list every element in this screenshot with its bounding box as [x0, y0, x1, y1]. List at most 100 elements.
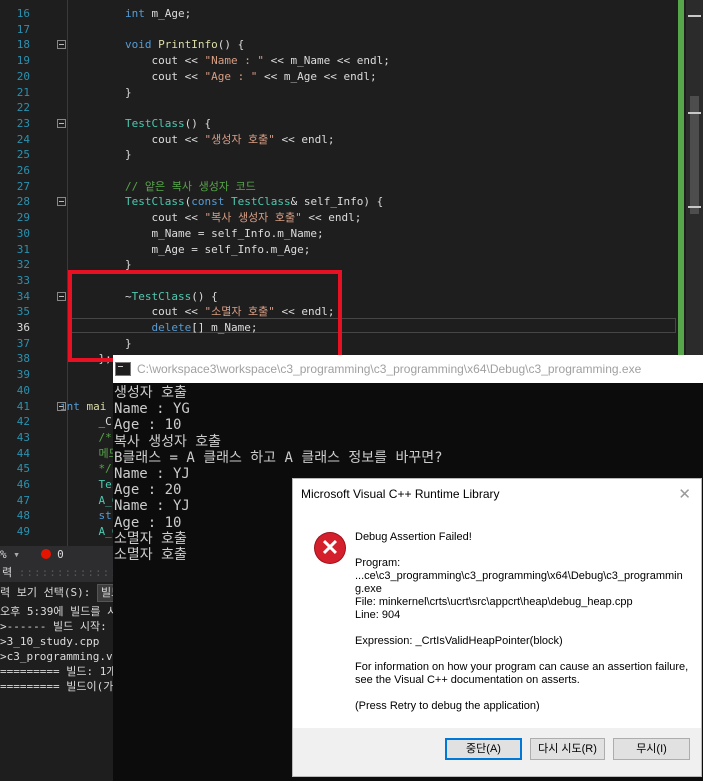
- retry-button[interactable]: 다시 시도(R): [530, 738, 605, 760]
- zoom-level[interactable]: %: [0, 548, 7, 561]
- code-text[interactable]: */: [72, 461, 118, 477]
- line-number: 44: [16, 446, 30, 460]
- code-line[interactable]: 27 // 얕은 복사 생성자 코드: [0, 179, 680, 195]
- console-line: 생성자 호출: [114, 385, 187, 401]
- assertion-dialog: Microsoft Visual C++ Runtime Library ✕ ✕…: [292, 478, 702, 777]
- output-line: >c3_programming.vcx: [0, 650, 113, 663]
- code-line[interactable]: 21 }: [0, 85, 680, 101]
- dialog-message: Debug Assertion Failed! Program: ...ce\c…: [355, 531, 690, 713]
- code-line[interactable]: 20 cout << "Age : " << m_Age << endl;: [0, 69, 680, 85]
- output-line: ========= 빌드: 1개: [0, 665, 113, 678]
- console-title: C:\workspace3\workspace\c3_programming\c…: [137, 362, 642, 376]
- info-text: For information on how your program can …: [355, 661, 689, 686]
- output-source-select[interactable]: 빌드: [96, 584, 113, 602]
- program-label: Program:: [355, 557, 401, 569]
- console-line: B클래스 = A 클래스 하고 A 클래스 정보를 바꾸면?: [114, 449, 443, 466]
- ignore-button[interactable]: 무시(I): [613, 738, 690, 760]
- code-text[interactable]: int m_Age;: [72, 6, 191, 22]
- code-text[interactable]: cout << "생성자 호출" << endl;: [72, 132, 334, 148]
- code-line[interactable]: 30 m_Name = self_Info.m_Name;: [0, 226, 680, 242]
- line-number: 16: [16, 7, 30, 20]
- expression-text: Expression: _CrtIsValidHeapPointer(block…: [355, 635, 563, 647]
- code-line[interactable]: 24 cout << "생성자 호출" << endl;: [0, 132, 680, 148]
- line-number: 18: [16, 38, 30, 52]
- fold-toggle-icon[interactable]: [57, 40, 66, 50]
- output-line: ========= 빌드이(가): [0, 680, 113, 693]
- code-line[interactable]: 22: [0, 100, 680, 116]
- line-number: 48: [16, 509, 30, 523]
- fold-toggle-icon[interactable]: [57, 197, 66, 207]
- code-text[interactable]: // 얕은 복사 생성자 코드: [72, 179, 256, 195]
- line-number: 49: [16, 525, 30, 539]
- file-path: File: minkernel\crts\ucrt\src\appcrt\hea…: [355, 596, 633, 608]
- editor-status-bar: % ▾ 0: [0, 546, 113, 564]
- zoom-dropdown-icon[interactable]: ▾: [13, 548, 20, 561]
- output-panel: 력 ::::::::::::: 력 보기 선택(S): 빌드 오후 5:39에 …: [0, 564, 113, 781]
- line-number: 40: [16, 383, 30, 397]
- code-text[interactable]: }: [72, 85, 132, 101]
- dialog-title: Microsoft Visual C++ Runtime Library: [301, 487, 500, 501]
- code-line[interactable]: 29 cout << "복사 생성자 호출" << endl;: [0, 210, 680, 226]
- code-line[interactable]: 16 int m_Age;: [0, 6, 680, 22]
- program-path: ...ce\c3_programming\c3_programming\x64\…: [355, 570, 683, 595]
- console-line: Name : YG: [114, 401, 190, 418]
- line-number: 45: [16, 462, 30, 476]
- dialog-button-bar: 중단(A) 다시 시도(R) 무시(I): [293, 728, 701, 776]
- code-text[interactable]: cout << "Name : " << m_Name << endl;: [72, 53, 389, 69]
- abort-button[interactable]: 중단(A): [445, 738, 522, 760]
- line-number: 32: [16, 258, 30, 272]
- retry-hint: (Press Retry to debug the application): [355, 700, 540, 712]
- code-line[interactable]: 25 }: [0, 147, 680, 163]
- code-text[interactable]: cout << "복사 생성자 호출" << endl;: [72, 210, 361, 226]
- output-line: >3_10_study.cpp: [0, 635, 100, 648]
- line-number: 31: [16, 242, 30, 256]
- line-number: Line: 904: [355, 609, 401, 621]
- code-line[interactable]: 26: [0, 163, 680, 179]
- code-line[interactable]: 19 cout << "Name : " << m_Name << endl;: [0, 53, 680, 69]
- output-source-label: 력 보기 선택(S):: [0, 586, 91, 599]
- fold-toggle-icon[interactable]: [57, 291, 66, 301]
- code-line[interactable]: 28 TestClass(const TestClass& self_Info)…: [0, 194, 680, 210]
- line-number: 43: [16, 430, 30, 444]
- fold-toggle-icon[interactable]: [57, 118, 66, 128]
- line-number: 33: [16, 273, 30, 287]
- code-line[interactable]: 18 void PrintInfo() {: [0, 37, 680, 53]
- console-line: Age : 10: [114, 417, 182, 434]
- error-icon: [40, 549, 51, 559]
- line-number: 35: [16, 305, 30, 319]
- code-text[interactable]: void PrintInfo() {: [72, 37, 244, 53]
- line-number: 19: [16, 54, 30, 68]
- scrollbar-marker: [688, 15, 701, 17]
- code-text[interactable]: TestClass() {: [72, 116, 211, 132]
- code-text[interactable]: /*: [72, 430, 118, 446]
- code-text[interactable]: int mai: [60, 399, 106, 415]
- code-text[interactable]: TestClass(const TestClass& self_Info) {: [72, 194, 383, 210]
- destructor-highlight-box: [68, 270, 342, 362]
- code-text[interactable]: m_Name = self_Info.m_Name;: [72, 226, 323, 242]
- line-number: 29: [16, 211, 30, 225]
- console-app-icon: [115, 362, 131, 376]
- code-line[interactable]: 17: [0, 22, 680, 38]
- line-number: 24: [16, 132, 30, 146]
- code-text[interactable]: 메모: [72, 446, 119, 462]
- code-line[interactable]: 31 m_Age = self_Info.m_Age;: [0, 242, 680, 258]
- code-text[interactable]: cout << "Age : " << m_Age << endl;: [72, 69, 376, 85]
- scrollbar-marker: [688, 112, 701, 114]
- code-text[interactable]: str: [72, 508, 119, 524]
- code-text[interactable]: A_C: [72, 493, 119, 509]
- code-text[interactable]: _Cr: [72, 414, 118, 430]
- console-titlebar[interactable]: C:\workspace3\workspace\c3_programming\c…: [113, 355, 703, 383]
- error-count[interactable]: 0: [57, 548, 64, 561]
- close-icon[interactable]: ✕: [678, 485, 691, 503]
- line-number: 21: [16, 85, 30, 99]
- code-text[interactable]: A_C: [72, 524, 119, 540]
- line-number: 38: [16, 352, 30, 366]
- code-text[interactable]: Tes: [72, 477, 119, 493]
- line-number: 46: [16, 478, 30, 491]
- code-text[interactable]: m_Age = self_Info.m_Age;: [72, 242, 310, 258]
- output-lines: 오후 5:39에 빌드를 시 >------ 빌드 시작: >3_10_study.…: [0, 604, 113, 694]
- line-number: 20: [16, 69, 30, 83]
- output-toolbar: 력 보기 선택(S): 빌드: [0, 582, 113, 604]
- code-line[interactable]: 23 TestClass() {: [0, 116, 680, 132]
- code-text[interactable]: }: [72, 147, 132, 163]
